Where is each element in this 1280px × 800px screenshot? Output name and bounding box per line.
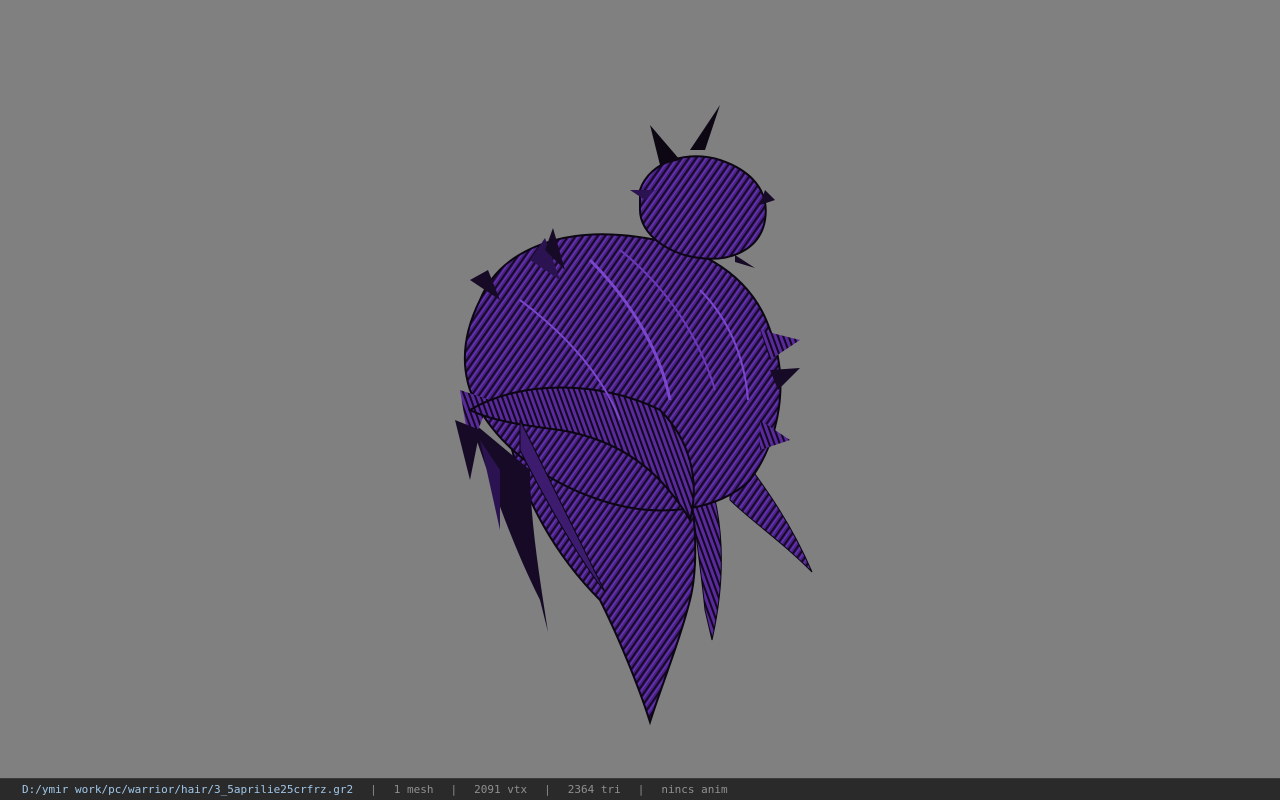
3d-viewport[interactable] [0, 0, 1280, 778]
animation-status: nincs anim [661, 783, 728, 796]
triangle-count: 2364 tri [567, 783, 621, 796]
mesh-count: 1 mesh [393, 783, 434, 796]
separator: | [544, 783, 551, 796]
separator: | [370, 783, 377, 796]
separator: | [637, 783, 645, 796]
hair-model [455, 105, 813, 726]
status-bar: D:/ymir work/pc/warrior/hair/3_5aprilie2… [0, 778, 1280, 800]
vertex-count: 2091 vtx [474, 783, 528, 796]
file-path: D:/ymir work/pc/warrior/hair/3_5aprilie2… [22, 783, 354, 796]
separator: | [450, 783, 458, 796]
